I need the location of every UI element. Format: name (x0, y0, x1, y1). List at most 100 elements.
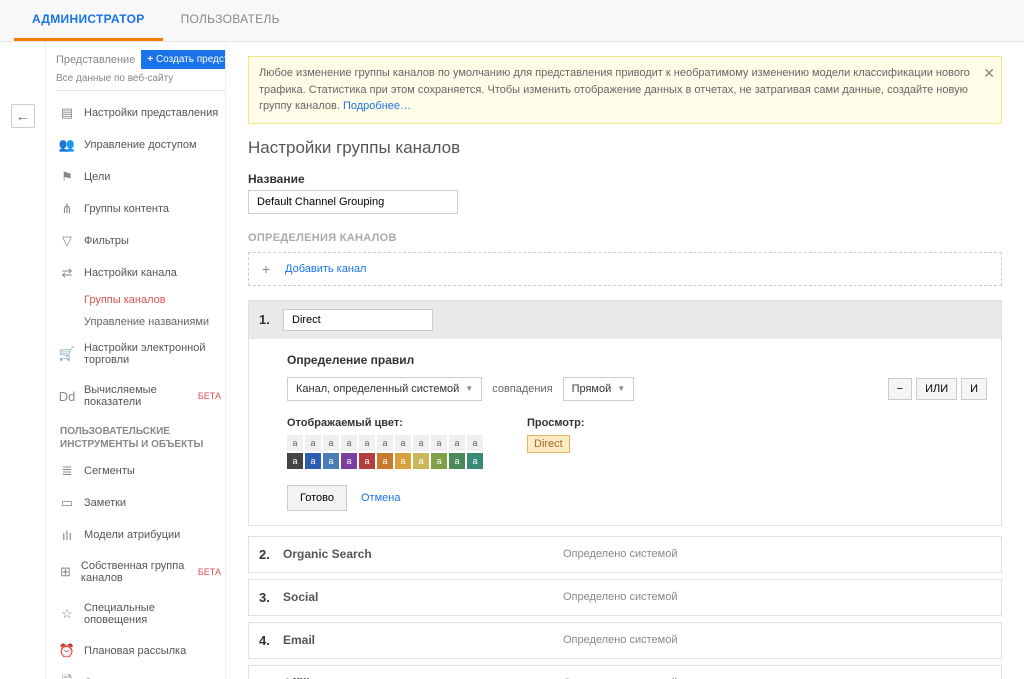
color-swatch[interactable]: a (449, 435, 465, 451)
sidebar-item[interactable]: ⏰ Плановая рассылка (56, 635, 225, 667)
sidebar-subitem[interactable]: Управление названиями (56, 311, 225, 333)
sidebar-icon: ≣ (60, 464, 74, 478)
and-button[interactable]: И (961, 378, 987, 400)
color-swatch[interactable]: a (341, 435, 357, 451)
sidebar-subitem[interactable]: Группы каналов (56, 289, 225, 311)
sidebar-item[interactable]: ▭Заметки (56, 487, 225, 519)
sidebar-item-label: Модели атрибуции (84, 529, 180, 541)
sidebar-item-label: Настройки канала (84, 267, 177, 279)
color-swatch[interactable]: a (359, 435, 375, 451)
color-swatch[interactable]: a (287, 453, 303, 469)
color-swatch[interactable]: a (377, 453, 393, 469)
sidebar-icon: ⚑ (60, 170, 74, 184)
channel-row[interactable]: 5.AffiliatesОпределено системой (248, 665, 1002, 679)
sidebar-item[interactable]: 👥 Управление доступом (56, 129, 225, 161)
sidebar-item[interactable]: ≣ Сегменты (56, 455, 225, 487)
sidebar-item-label: Группы контента (84, 203, 169, 215)
color-swatch[interactable]: a (323, 453, 339, 469)
sidebar-icon: ☆ (60, 607, 74, 621)
color-swatch[interactable]: a (395, 453, 411, 469)
sidebar-item-label: Фильтры (84, 235, 129, 247)
add-channel-link[interactable]: Добавить канал (285, 263, 366, 275)
color-swatch[interactable]: a (467, 453, 483, 469)
color-swatch[interactable]: a (413, 435, 429, 451)
sidebar-item-label: Управление доступом (84, 139, 197, 151)
channel-name-input[interactable] (283, 309, 433, 331)
name-label: Название (248, 172, 1002, 186)
color-swatch[interactable]: a (413, 453, 429, 469)
rule-dimension-dropdown[interactable]: Канал, определенный системой▼ (287, 377, 482, 401)
sidebar-icon: ▭ (60, 496, 74, 510)
color-swatch[interactable]: a (323, 435, 339, 451)
channel-row[interactable]: 2.Organic SearchОпределено системой (248, 536, 1002, 573)
close-icon[interactable]: ✕ (983, 63, 995, 84)
preview-chip: Direct (527, 435, 570, 453)
or-button[interactable]: ИЛИ (916, 378, 957, 400)
sidebar-item-label: Специальные оповещения (84, 602, 221, 626)
sidebar-icon: ılı (60, 528, 74, 542)
color-swatch[interactable]: a (341, 453, 357, 469)
tab-admin[interactable]: АДМИНИСТРАТОР (14, 0, 163, 41)
sidebar-item[interactable]: ılı Модели атрибуции (56, 519, 225, 551)
channel-row[interactable]: 3.SocialОпределено системой (248, 579, 1002, 616)
main-content: Любое изменение группы каналов по умолча… (226, 42, 1024, 679)
sidebar-icon: ⊞ (60, 565, 71, 579)
tab-user[interactable]: ПОЛЬЗОВАТЕЛЬ (163, 0, 298, 41)
sidebar-item[interactable]: ⚑ Цели (56, 161, 225, 193)
preview-label: Просмотр: (527, 417, 585, 429)
sidebar-item-label: Настройки представления (84, 107, 218, 119)
sidebar-icon: ⇄ (60, 266, 74, 280)
sidebar-icon: ⋔ (60, 202, 74, 216)
grouping-name-input[interactable] (248, 190, 458, 214)
sidebar-icon: 👥 (60, 138, 74, 152)
alert-link[interactable]: Подробнее… (343, 100, 411, 112)
sidebar-item-label: Цели (84, 171, 110, 183)
sidebar-icon: ▤ (60, 106, 74, 120)
sidebar-item[interactable]: ▤ Настройки представления (56, 97, 225, 129)
color-swatch[interactable]: a (431, 453, 447, 469)
page-title: Настройки группы каналов (248, 138, 1002, 158)
sidebar-item[interactable]: ▽Фильтры (56, 225, 225, 257)
color-swatch[interactable]: a (287, 435, 303, 451)
add-icon[interactable]: + (257, 261, 275, 277)
create-view-button[interactable]: + Создать представл (141, 50, 225, 69)
rule-value-dropdown[interactable]: Прямой▼ (563, 377, 635, 401)
cancel-link[interactable]: Отмена (361, 492, 400, 504)
definitions-label: ОПРЕДЕЛЕНИЯ КАНАЛОВ (248, 232, 1002, 244)
channel-number: 1. (259, 312, 283, 327)
color-swatch[interactable]: a (359, 453, 375, 469)
sidebar-item[interactable]: ⊞Собственная группа каналовБЕТА (56, 551, 225, 593)
sidebar-item-label: Сегменты (84, 465, 135, 477)
back-icon[interactable]: ← (11, 104, 35, 128)
done-button[interactable]: Готово (287, 485, 347, 511)
color-swatch[interactable]: a (467, 435, 483, 451)
color-swatch[interactable]: a (377, 435, 393, 451)
sidebar-icon: Dd (60, 389, 74, 403)
color-swatch[interactable]: a (449, 453, 465, 469)
chevron-down-icon: ▼ (465, 384, 473, 393)
sidebar-item[interactable]: 🛒 Настройки электронной торговли (56, 333, 225, 375)
sidebar-item-label: Настройки электронной торговли (84, 342, 221, 366)
sidebar-item[interactable]: ⋔ Группы контента (56, 193, 225, 225)
channel-row[interactable]: 4.EmailОпределено системой (248, 622, 1002, 659)
chevron-down-icon: ▼ (617, 384, 625, 393)
sidebar-item-label: Собственная группа каналов (81, 560, 186, 584)
warning-alert: Любое изменение группы каналов по умолча… (248, 56, 1002, 124)
sidebar-item[interactable]: ⇄ Настройки канала (56, 257, 225, 289)
sidebar-item[interactable]: 🗎Сохраненные отчеты (56, 667, 225, 679)
top-tabs: АДМИНИСТРАТОР ПОЛЬЗОВАТЕЛЬ (0, 0, 1024, 42)
color-swatch[interactable]: a (395, 435, 411, 451)
color-swatch[interactable]: a (305, 453, 321, 469)
remove-rule-button[interactable]: − (888, 378, 912, 400)
sidebar-item[interactable]: ☆ Специальные оповещения (56, 593, 225, 635)
color-swatch[interactable]: a (431, 435, 447, 451)
sidebar-item-label: Плановая рассылка (84, 645, 186, 657)
view-label: Представление (56, 54, 135, 66)
sidebar-icon: ⏰ (60, 644, 74, 658)
view-subtitle: Все данные по веб-сайту (56, 73, 225, 84)
color-swatch[interactable]: a (305, 435, 321, 451)
sidebar-item-label: Вычисляемые показатели (84, 384, 186, 408)
sidebar-item[interactable]: DdВычисляемые показателиБЕТА (56, 375, 225, 417)
sidebar-icon: 🛒 (60, 347, 74, 361)
rule-label: Определение правил (287, 353, 987, 367)
